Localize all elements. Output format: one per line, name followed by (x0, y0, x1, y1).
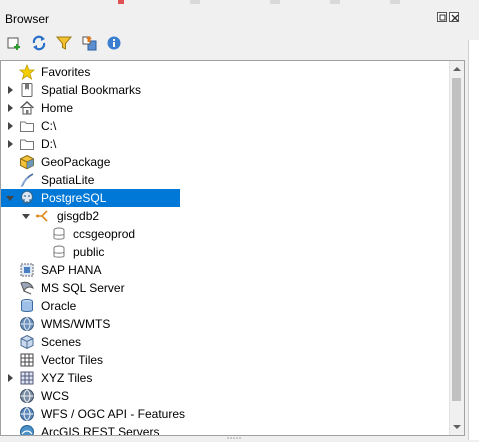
info-icon[interactable] (105, 34, 123, 52)
tree-item-spatial-bookmarks[interactable]: Spatial Bookmarks (1, 81, 451, 99)
tree-item-ccsgeoprod[interactable]: ccsgeoprod (1, 225, 451, 243)
scenes-icon (20, 334, 34, 350)
tree-item-sap-hana[interactable]: SAP HANA (1, 261, 451, 279)
geopackage-icon (20, 154, 34, 170)
add-selected-layers-icon[interactable] (5, 34, 23, 52)
tree-item-label: SAP HANA (41, 263, 102, 277)
tree-item-label: public (73, 245, 105, 259)
top-strip-mark (190, 0, 200, 4)
tree-item-d[interactable]: D:\ (1, 135, 451, 153)
tree-item-ms-sql-server[interactable]: MS SQL Server (1, 279, 451, 297)
tree-item-label: PostgreSQL (41, 191, 107, 205)
wcs-icon (20, 389, 34, 403)
panel-title: Browser (5, 12, 50, 26)
vertical-scrollbar[interactable] (449, 61, 464, 435)
expanded-arrow-icon[interactable] (6, 194, 14, 202)
schema-icon (53, 245, 65, 258)
top-strip-mark (270, 0, 280, 4)
collapsed-arrow-icon[interactable] (6, 374, 14, 382)
tree-item-label: WFS / OGC API - Features (41, 407, 186, 421)
star-icon (19, 64, 35, 80)
filter-icon[interactable] (55, 34, 73, 52)
tree-item-label: Oracle (41, 299, 77, 313)
tree-item-scenes[interactable]: Scenes (1, 333, 451, 351)
tree-item-label: Scenes (41, 335, 82, 349)
wms-icon (20, 317, 34, 331)
scroll-down-arrow-icon[interactable] (453, 423, 461, 431)
tree-item-label: gisgdb2 (57, 209, 100, 223)
schema-icon (53, 227, 65, 240)
tree-item-wms-wmts[interactable]: WMS/WMTS (1, 315, 451, 333)
tree-item-postgresql[interactable]: PostgreSQL (1, 189, 451, 207)
resize-grip-icon[interactable] (226, 436, 244, 440)
tree-item-c[interactable]: C:\ (1, 117, 451, 135)
tree-item-wcs[interactable]: WCS (1, 387, 451, 405)
tree-item-oracle[interactable]: Oracle (1, 297, 451, 315)
xyz-tiles-icon (20, 371, 34, 385)
tree-item-label: SpatiaLite (41, 173, 95, 187)
sap-hana-icon (20, 263, 34, 277)
tree-item-arcgis-rest-servers[interactable]: ArcGIS REST Servers (1, 423, 451, 436)
collapsed-arrow-icon[interactable] (6, 140, 14, 148)
tree-item-label: WMS/WMTS (41, 317, 111, 331)
tree-item-label: XYZ Tiles (41, 371, 93, 385)
collapsed-arrow-icon[interactable] (6, 122, 14, 130)
tree-item-vector-tiles[interactable]: Vector Tiles (1, 351, 451, 369)
tree-item-label: MS SQL Server (41, 281, 125, 295)
tree-item-geopackage[interactable]: GeoPackage (1, 153, 451, 171)
scrollbar-thumb[interactable] (452, 78, 461, 401)
tree-item-label: D:\ (41, 137, 57, 151)
tree-item-xyz-tiles[interactable]: XYZ Tiles (1, 369, 451, 387)
browser-toolbar (5, 34, 123, 54)
browser-tree[interactable]: Favorites Spatial Bookmarks Home C:\ D:\ GeoP… (0, 60, 465, 436)
collapse-all-icon[interactable] (80, 34, 98, 52)
tree-item-home[interactable]: Home (1, 99, 451, 117)
connection-icon (36, 210, 48, 222)
top-window-strip (0, 0, 479, 5)
folder-icon (20, 139, 34, 150)
adjacent-panel (468, 40, 479, 440)
tree-item-label: ccsgeoprod (73, 227, 136, 241)
tree-item-label: WCS (41, 389, 69, 403)
collapsed-arrow-icon[interactable] (6, 104, 14, 112)
tree-item-label: GeoPackage (41, 155, 111, 169)
tree-item-label: Home (41, 101, 74, 115)
tree-item-gisgdb2[interactable]: gisgdb2 (1, 207, 451, 225)
postgresql-icon (20, 190, 34, 205)
tree-item-spatialite[interactable]: SpatiaLite (1, 171, 451, 189)
tree-item-label: ArcGIS REST Servers (41, 425, 160, 436)
wfs-icon (20, 407, 34, 421)
scroll-up-arrow-icon[interactable] (453, 65, 461, 73)
collapsed-arrow-icon[interactable] (6, 86, 14, 94)
expanded-arrow-icon[interactable] (22, 212, 30, 220)
tree-item-label: C:\ (41, 119, 57, 133)
oracle-icon (21, 299, 33, 312)
tree-item-label: Vector Tiles (41, 353, 104, 367)
refresh-icon[interactable] (30, 34, 48, 52)
mssql-icon (20, 281, 34, 295)
tree-item-label: Favorites (41, 65, 91, 79)
spatialite-icon (20, 173, 34, 188)
close-panel-icon[interactable] (449, 12, 459, 22)
tree-item-wfs-ogc-api-features[interactable]: WFS / OGC API - Features (1, 405, 451, 423)
top-strip-mark (330, 0, 340, 4)
top-strip-mark (118, 0, 124, 4)
top-strip-mark (390, 0, 400, 4)
bookmark-icon (21, 83, 33, 97)
arcgis-icon (20, 425, 34, 435)
home-icon (20, 101, 34, 115)
tree-item-label: Spatial Bookmarks (41, 83, 142, 97)
vector-tiles-icon (20, 353, 34, 367)
tree-item-favorites[interactable]: Favorites (1, 63, 451, 81)
tree-item-public[interactable]: public (1, 243, 451, 261)
folder-icon (20, 121, 34, 132)
float-panel-icon[interactable] (437, 12, 447, 22)
